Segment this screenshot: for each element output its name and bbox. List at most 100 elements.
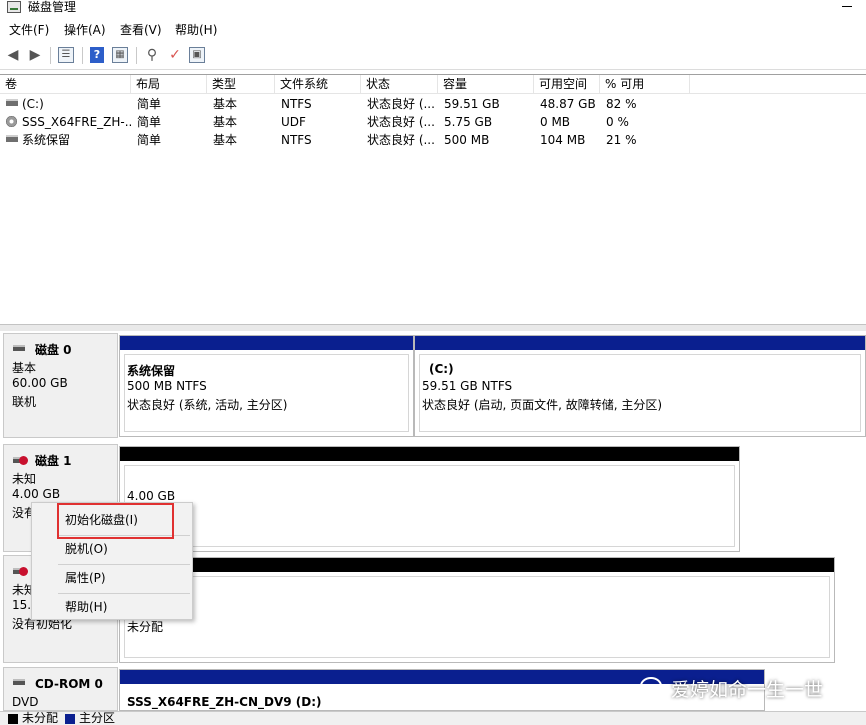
volume-type: 基本 <box>213 133 238 147</box>
check-icon[interactable]: ✓ <box>166 46 184 64</box>
partition-bar <box>120 670 764 684</box>
disk-name: 磁盘 1 <box>35 454 72 468</box>
disk-type: DVD <box>12 695 39 709</box>
menu-help[interactable]: 帮助(H) <box>175 23 217 37</box>
partition-bar <box>120 447 739 461</box>
legend-swatch-primary <box>65 714 75 724</box>
column-header-filesystem[interactable]: 文件系统 <box>275 75 361 94</box>
table-row[interactable]: SSS_X64FRE_ZH-... 简单 基本 UDF 状态良好 (... 5.… <box>0 113 866 131</box>
settings-icon[interactable]: ▣ <box>189 47 205 63</box>
partition-bar <box>120 558 834 572</box>
disk-size: 4.00 GB <box>12 487 61 501</box>
partition-frame <box>419 354 861 432</box>
list-view-icon[interactable]: ☰ <box>58 47 74 63</box>
volume-status: 状态良好 (... <box>367 97 435 111</box>
volume-percent-free: 0 % <box>606 115 629 129</box>
partition-size: 500 MB NTFS <box>127 379 207 393</box>
highlight-box <box>57 503 174 539</box>
connect-icon[interactable]: ⚲ <box>143 46 161 64</box>
cdrom-0-label[interactable]: CD-ROM 0 DVD <box>3 667 118 711</box>
volume-filesystem: NTFS <box>281 133 312 147</box>
toolbar: ◀ ▶ ☰ ? ▦ ⚲ ✓ ▣ <box>0 42 866 70</box>
partition-size: 59.51 GB NTFS <box>422 379 513 393</box>
volume-percent-free: 21 % <box>606 133 637 147</box>
column-header-volume[interactable]: 卷 <box>0 75 131 94</box>
volume-layout: 简单 <box>137 115 162 129</box>
column-header-percent-free[interactable]: % 可用 <box>600 75 690 94</box>
disk-warning-icon <box>13 456 28 465</box>
menu-bar: 文件(F) 操作(A) 查看(V) 帮助(H) <box>0 18 866 42</box>
partition-cdrom[interactable]: SSS_X64FRE_ZH-CN_DV9 (D:) <box>119 669 765 711</box>
volume-filesystem: UDF <box>281 115 306 129</box>
partition-status: 状态良好 (启动, 页面文件, 故障转储, 主分区) <box>422 398 663 412</box>
partition-title: (C:) <box>429 362 454 376</box>
partition-bar <box>415 336 865 350</box>
disk-warning-icon <box>13 567 28 576</box>
legend-label-primary: 主分区 <box>79 711 116 725</box>
volume-layout: 简单 <box>137 133 162 147</box>
volume-capacity: 59.51 GB <box>444 97 500 111</box>
disk-icon <box>13 345 25 351</box>
back-arrow-icon[interactable]: ◀ <box>4 46 22 64</box>
watermark-text: 爱婷如命一生一世 <box>671 679 824 701</box>
volume-capacity: 5.75 GB <box>444 115 493 129</box>
volume-status: 状态良好 (... <box>367 115 435 129</box>
menu-action[interactable]: 操作(A) <box>64 23 106 37</box>
window-title: 磁盘管理 <box>28 0 77 14</box>
volume-name: SSS_X64FRE_ZH-... <box>22 115 131 129</box>
disk-name: CD-ROM 0 <box>35 677 103 691</box>
table-row[interactable]: (C:) 简单 基本 NTFS 状态良好 (... 59.51 GB 48.87… <box>0 95 866 113</box>
wechat-icon <box>640 677 662 695</box>
partition-system-reserved[interactable]: 系统保留 500 MB NTFS 状态良好 (系统, 活动, 主分区) <box>119 335 414 437</box>
volume-filesystem: NTFS <box>281 97 312 111</box>
partition-size: 未分配 <box>127 620 164 634</box>
pane-splitter[interactable] <box>0 324 866 331</box>
volume-capacity: 500 MB <box>444 133 490 147</box>
volume-list: 卷 布局 类型 文件系统 状态 容量 可用空间 % 可用 (C:) 简单 基本 … <box>0 74 866 324</box>
column-header-capacity[interactable]: 容量 <box>438 75 534 94</box>
legend-swatch-unallocated <box>8 714 18 724</box>
column-header-status[interactable]: 状态 <box>361 75 438 94</box>
partition-disk-1-unallocated[interactable]: 4.00 GB <box>119 446 740 552</box>
menu-item-properties[interactable]: 属性(P) <box>33 565 191 591</box>
volume-name: 系统保留 <box>22 133 71 147</box>
partition-title: SSS_X64FRE_ZH-CN_DV9 (D:) <box>127 695 322 709</box>
toolbar-separator <box>50 47 51 64</box>
properties-icon[interactable]: ▦ <box>112 47 128 63</box>
column-header-free-space[interactable]: 可用空间 <box>534 75 600 94</box>
volume-name: (C:) <box>22 97 44 111</box>
volume-percent-free: 82 % <box>606 97 637 111</box>
minimize-icon[interactable] <box>842 6 852 7</box>
menu-file[interactable]: 文件(F) <box>9 23 49 37</box>
column-header-layout[interactable]: 布局 <box>131 75 207 94</box>
partition-title: 系统保留 <box>127 364 176 378</box>
partition-bar <box>120 336 413 350</box>
volume-type: 基本 <box>213 97 238 111</box>
partition-frame <box>124 576 830 658</box>
disk-0-label[interactable]: 磁盘 0 基本 60.00 GB 联机 <box>3 333 118 438</box>
disk-type: 未知 <box>12 472 37 486</box>
disk-size: 60.00 GB <box>12 376 68 390</box>
partition-disk-2-unallocated[interactable]: 未分配 <box>119 557 835 663</box>
cd-drive-icon <box>13 679 25 685</box>
legend-bar: 未分配 主分区 <box>0 711 866 725</box>
disk-management-icon <box>7 1 21 13</box>
volume-status: 状态良好 (... <box>367 133 435 147</box>
disk-status: 联机 <box>12 395 37 409</box>
menu-item-offline[interactable]: 脱机(O) <box>33 536 191 562</box>
disk-type: 基本 <box>12 361 37 375</box>
volume-free-space: 0 MB <box>540 115 571 129</box>
menu-item-help[interactable]: 帮助(H) <box>33 594 191 620</box>
volume-free-space: 104 MB <box>540 133 586 147</box>
column-header-type[interactable]: 类型 <box>207 75 275 94</box>
partition-size: 4.00 GB <box>127 489 176 503</box>
forward-arrow-icon[interactable]: ▶ <box>26 46 44 64</box>
table-row[interactable]: 系统保留 简单 基本 NTFS 状态良好 (... 500 MB 104 MB … <box>0 131 866 149</box>
title-bar: 磁盘管理 <box>0 0 866 18</box>
partition-c-drive[interactable]: (C:) 59.51 GB NTFS 状态良好 (启动, 页面文件, 故障转储,… <box>414 335 866 437</box>
help-icon[interactable]: ? <box>90 47 104 63</box>
volume-free-space: 48.87 GB <box>540 97 596 111</box>
partition-frame <box>124 465 735 547</box>
menu-view[interactable]: 查看(V) <box>120 23 162 37</box>
partition-status: 状态良好 (系统, 活动, 主分区) <box>127 398 288 412</box>
